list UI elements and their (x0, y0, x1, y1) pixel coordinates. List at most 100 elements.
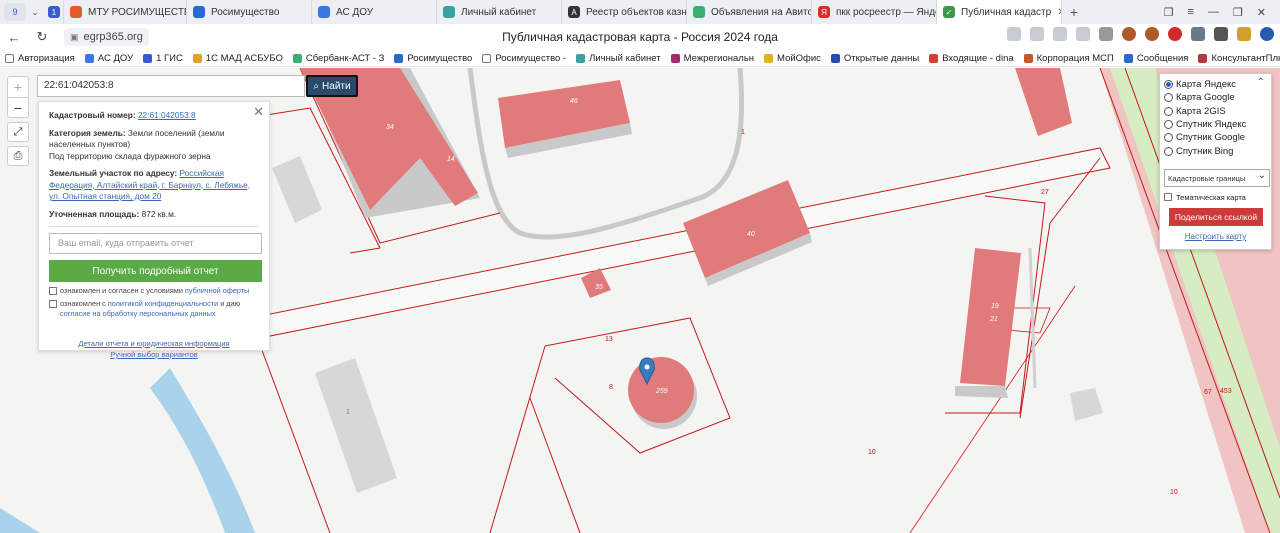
tab-counter[interactable]: 9 (4, 3, 26, 21)
url-field[interactable]: ▣ egrp365.org (64, 28, 149, 46)
search-input[interactable]: 22:61:042053:8 (37, 75, 305, 97)
ext-person2-icon[interactable] (1145, 27, 1159, 41)
email-field[interactable]: Ваш email, куда отправить отчет (49, 233, 262, 254)
find-button[interactable]: ⌕ Найти (306, 75, 358, 97)
zoom-out-button[interactable]: − (8, 97, 28, 117)
address-row: Земельный участок по адресу: Российская … (49, 168, 259, 203)
fullscreen-icon[interactable]: ⤢ (7, 122, 29, 142)
bookmark-item[interactable]: Межрегиональн (666, 53, 759, 64)
layer-google-map[interactable]: Карта Google (1164, 91, 1267, 104)
bookmark-item[interactable]: Личный кабинет (571, 53, 665, 64)
bookmark-label: Корпорация МСП (1036, 52, 1114, 64)
consent-text: и даю (220, 298, 241, 308)
ext-screen-icon[interactable] (1030, 27, 1044, 41)
tab-1c[interactable]: 1 (42, 0, 64, 24)
parcel-label: 8 (609, 384, 613, 391)
overlay-select[interactable]: Кадастровые границы (1164, 168, 1270, 187)
close-window-icon[interactable]: ✕ (1257, 6, 1266, 19)
bookmark-label: МойОфис (777, 52, 821, 64)
ext-user-icon[interactable] (1260, 27, 1274, 41)
print-icon[interactable]: ⎙ (7, 146, 29, 166)
privacy-checkbox[interactable] (49, 299, 57, 308)
personal-data-link[interactable]: согласие на обработку персональных данны… (60, 309, 215, 318)
bookmark-item[interactable]: Сбербанк-АСТ - З (288, 53, 390, 64)
layer-yandex-sat[interactable]: Спутник Яндекс (1164, 118, 1267, 131)
opendata-icon (830, 53, 840, 63)
details-link[interactable]: Детали отчета и юридическая информация (49, 338, 259, 350)
bookmark-label: Сбербанк-АСТ - З (305, 52, 385, 64)
new-tab-button[interactable]: + (1062, 4, 1086, 20)
1c-icon: 1 (48, 6, 60, 18)
bookmark-item[interactable]: 1 ГИС (138, 53, 188, 64)
chevron-up-icon[interactable]: ⌃ (1257, 77, 1265, 88)
privacy-link[interactable]: политикой конфиденциальности (108, 299, 218, 308)
ext-person-icon[interactable] (1122, 27, 1136, 41)
bookmark-item[interactable]: Росимущество - (477, 53, 571, 64)
building-label: 14 (447, 156, 455, 163)
cabinet-icon (443, 6, 455, 18)
tab-mtu[interactable]: МТУ РОСИМУЩЕСТВА (64, 0, 187, 24)
bookmark-item[interactable]: Корпорация МСП (1019, 53, 1119, 64)
category-label: Категория земель: (49, 127, 126, 138)
get-report-button[interactable]: Получить подробный отчет (49, 260, 262, 282)
messages-icon (1123, 53, 1133, 63)
area-value: 872 кв.м. (141, 208, 177, 219)
bookmarks-icon[interactable]: ❐ (1164, 6, 1174, 19)
manual-select-link[interactable]: Ручной выбор вариантов (49, 349, 259, 361)
bookmark-item[interactable]: МойОфис (759, 53, 826, 64)
tabs-dropdown-icon[interactable]: ⌄ (28, 3, 42, 21)
parcel-label: 10 (868, 449, 876, 456)
reload-icon[interactable]: ↻ (28, 29, 56, 45)
tab-asdou[interactable]: АС ДОУ (312, 0, 437, 24)
tab-avito[interactable]: Объявления на Авито (687, 0, 812, 24)
offer-checkbox[interactable] (49, 287, 57, 295)
tab-rosim[interactable]: Росимущество (187, 0, 312, 24)
zoom-in-button[interactable]: + (8, 77, 28, 97)
thematic-toggle[interactable]: Тематическая карта (1164, 193, 1267, 202)
share-link-button[interactable]: Поделиться ссылкой (1169, 207, 1263, 226)
customize-map-link[interactable]: Настроить карту (1164, 232, 1267, 241)
bookmark-item[interactable]: 1С МАД АСБУБО (188, 53, 288, 64)
ext-puzzle-icon[interactable] (1191, 27, 1205, 41)
offer-link[interactable]: публичной оферты (185, 286, 249, 295)
ext-abp-icon[interactable] (1168, 27, 1182, 41)
menu-icon[interactable]: ≡ (1187, 6, 1193, 18)
layer-yandex-map[interactable]: Карта Яндекс (1164, 78, 1267, 91)
bookmark-item[interactable]: Авторизация (0, 53, 80, 64)
ext-downloads-icon[interactable] (1053, 27, 1067, 41)
parcel-label: 1 (741, 129, 745, 136)
back-icon[interactable]: ← (0, 30, 28, 45)
minimize-icon[interactable]: — (1208, 6, 1219, 18)
cadastral-number-link[interactable]: 22:61:042053:8 (138, 110, 196, 120)
layer-2gis-map[interactable]: Карта 2GIS (1164, 105, 1267, 118)
tab-cabinet[interactable]: Личный кабинет (437, 0, 562, 24)
bookmark-icon[interactable] (1099, 27, 1113, 41)
maximize-icon[interactable]: ❐ (1233, 6, 1243, 19)
close-icon[interactable]: ✕ (253, 104, 264, 120)
ext-lock-icon[interactable] (1237, 27, 1251, 41)
tab-label: пкк росреестр — Янде (836, 6, 937, 18)
bookmarks-bar: Авторизация АС ДОУ 1 ГИС 1С МАД АСБУБО С… (0, 50, 1280, 67)
tab-reestr[interactable]: A Реестр объектов казн (562, 0, 687, 24)
bookmark-item[interactable]: Входящие - dina (924, 53, 1018, 64)
bookmark-item[interactable]: Сообщения (1119, 53, 1194, 64)
layer-bing-sat[interactable]: Спутник Bing (1164, 144, 1267, 157)
tab-yandex[interactable]: Япкк росреестр — Янде (812, 0, 937, 24)
ext-grid-icon[interactable] (1007, 27, 1021, 41)
divider (49, 226, 259, 227)
building-label: 34 (386, 124, 394, 131)
bookmark-item[interactable]: КонсультантПлю (1193, 53, 1280, 64)
tab-egrp-active[interactable]: ✓Публичная кадастр✕ (937, 0, 1062, 24)
layer-google-sat[interactable]: Спутник Google (1164, 131, 1267, 144)
tab-label: Публичная кадастр (961, 6, 1052, 18)
ext-camera-icon[interactable] (1076, 27, 1090, 41)
thematic-checkbox[interactable] (1164, 193, 1172, 202)
consent-offer: ознакомлен и согласен с условиями публич… (49, 286, 259, 297)
bookmark-item[interactable]: Открытые данны (826, 53, 924, 64)
map-canvas[interactable]: 1 13 8 10 10 27 67 453 1 34 14 46 40 35 … (0, 68, 1280, 533)
cabinet-icon (576, 53, 586, 63)
bookmark-item[interactable]: АС ДОУ (80, 53, 138, 64)
bookmark-label: КонсультантПлю (1211, 52, 1280, 64)
bookmark-item[interactable]: Росимущество (389, 53, 477, 64)
ext-download-icon[interactable] (1214, 27, 1228, 41)
